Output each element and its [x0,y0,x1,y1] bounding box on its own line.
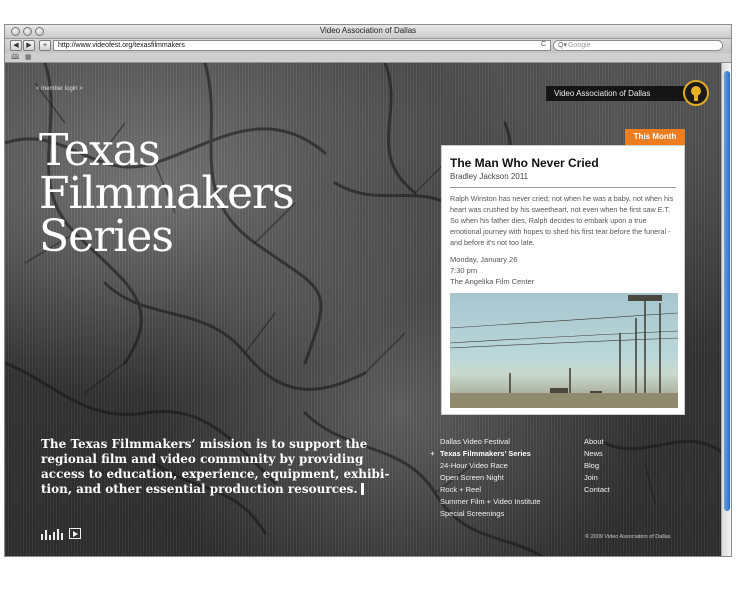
window-title: Video Association of Dallas [319,26,417,35]
mission-line: regional film and video community by pro… [41,452,364,466]
mission-statement: The Texas Filmmakers’ mission is to supp… [41,437,390,497]
address-bar[interactable]: http://www.videofest.org/texasfilmmakers [53,40,551,51]
logo-stem [694,95,698,101]
mission-line: access to education, experience, equipme… [41,467,390,481]
vertical-scrollbar[interactable] [721,63,731,556]
event-description: Ralph Winston has never cried; not when … [450,194,674,247]
mission-line: tion, and other essential production res… [41,482,358,496]
nav-item-texas-filmmakers-series[interactable]: Texas Filmmakers’ Series [440,449,531,459]
reload-icon[interactable]: C [541,41,546,48]
nav-item-blog[interactable]: Blog [584,461,599,471]
event-director-year: Bradley Jackson 2011 [450,172,676,188]
nav-item-join[interactable]: Join [584,473,598,483]
active-bullet: + [430,449,435,458]
search-icon: Q▾ [558,42,567,49]
event-title[interactable]: The Man Who Never Cried [450,156,676,170]
copyright-text: © 2009 Video Association of Dallas [585,534,671,540]
nav-item-summer-film-video-institute[interactable]: Summer Film + Video Institute [440,497,541,507]
equalizer-icon[interactable] [41,528,65,540]
scroll-thumb[interactable] [724,71,730,511]
org-banner[interactable]: Video Association of Dallas [546,85,686,101]
this-month-badge: This Month [625,129,685,145]
title-line: Texas [39,125,161,176]
nav-item-special-screenings[interactable]: Special Screenings [440,509,504,519]
member-login-link[interactable]: < member login > [36,86,83,92]
search-input[interactable]: Q▾ Google [553,40,723,51]
nav-item-24-hour-video-race[interactable]: 24-Hour Video Race [440,461,508,471]
title-line: Series [39,211,174,262]
page-title: Texas Filmmakers Series [39,125,295,262]
nav-item-contact[interactable]: Contact [584,485,610,495]
play-icon[interactable] [69,528,81,539]
bookmarks-bar: 🕮 ▦ [5,53,731,63]
nav-item-about[interactable]: About [584,437,604,447]
browser-toolbar: ◀ ▶ + http://www.videofest.org/texasfilm… [5,39,731,53]
film-still-drawing [450,295,678,408]
film-still-image[interactable] [450,293,678,408]
org-name: Video Association of Dallas [554,89,651,98]
back-button[interactable]: ◀ [10,40,22,51]
event-date: Monday, January 26 [450,255,518,264]
event-card: The Man Who Never Cried Bradley Jackson … [441,145,685,415]
title-line: Filmmakers [39,168,295,219]
bookmarks-icon[interactable]: 🕮 [11,54,19,62]
event-time: 7:30 pm [450,266,478,275]
text-cursor [360,483,364,495]
event-venue: The Angelika Film Center [450,277,535,286]
forward-button[interactable]: ▶ [23,40,35,51]
nav-item-open-screen-night[interactable]: Open Screen Night [440,473,504,483]
vad-logo-icon[interactable] [683,80,709,106]
mission-line: The Texas Filmmakers’ mission is to supp… [41,437,368,451]
title-bar: Video Association of Dallas [5,25,731,39]
play-triangle [73,531,78,537]
page-viewport: < member login > Video Association of Da… [5,63,723,556]
nav-item-rock-reel[interactable]: Rock + Reel [440,485,481,495]
add-bookmark-button[interactable]: + [39,40,51,51]
nav-item-dallas-video-festival[interactable]: Dallas Video Festival [440,437,510,447]
grid-icon[interactable]: ▦ [25,54,32,62]
search-placeholder: Google [568,42,591,49]
nav-item-news[interactable]: News [584,449,603,459]
browser-window: Video Association of Dallas ◀ ▶ + http:/… [4,24,732,557]
